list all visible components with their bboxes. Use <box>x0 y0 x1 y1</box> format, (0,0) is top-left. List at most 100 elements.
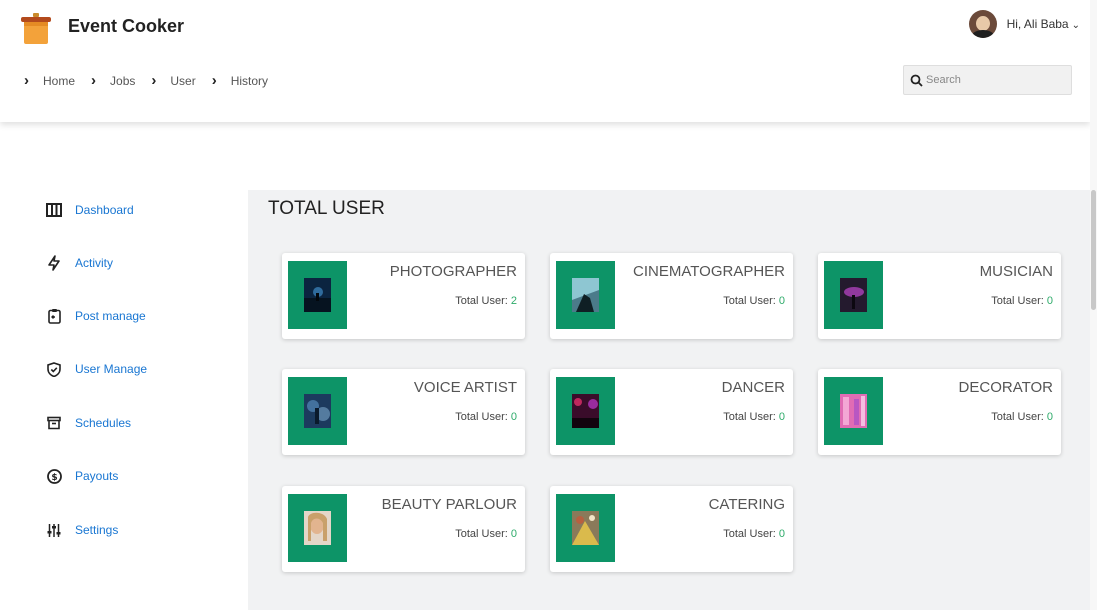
category-name: DANCER <box>721 379 785 396</box>
category-card-photographer[interactable]: PHOTOGRAPHER Total User: 2 <box>282 253 525 339</box>
category-card-catering[interactable]: CATERING Total User: 0 <box>550 486 793 572</box>
breadcrumb-label: Home <box>43 73 76 88</box>
category-card-dancer[interactable]: DANCER Total User: 0 <box>550 369 793 455</box>
sidebar-item-user-manage[interactable]: User Manage <box>46 361 147 377</box>
archive-box-icon <box>46 415 62 431</box>
chevron-right-icon: › <box>91 72 97 89</box>
cooking-pot-logo-icon <box>21 13 51 44</box>
app-title: Event Cooker <box>68 16 185 36</box>
scrollbar-thumb[interactable] <box>1091 190 1096 310</box>
category-thumbnail <box>556 377 615 445</box>
count-label: Total User: <box>723 295 779 307</box>
category-count: Total User: 0 <box>723 528 785 540</box>
musician-image <box>840 278 867 312</box>
search-icon <box>910 74 923 87</box>
decorator-image <box>840 394 867 428</box>
category-card-decorator[interactable]: DECORATOR Total User: 0 <box>818 369 1061 455</box>
sliders-icon <box>46 522 62 538</box>
category-thumbnail <box>556 494 615 562</box>
category-count: Total User: 0 <box>455 528 517 540</box>
sidebar-item-settings[interactable]: Settings <box>46 522 118 538</box>
user-menu[interactable]: Hi, Ali Baba ⌄ <box>968 10 1080 38</box>
sidebar-item-label: User Manage <box>75 362 148 376</box>
main-content: TOTAL USER PHOTOGRAPHER Total User: 2 CI… <box>248 190 1090 610</box>
count-value: 0 <box>778 411 785 423</box>
clipboard-icon <box>46 308 62 324</box>
count-label: Total User: <box>991 295 1047 307</box>
sidebar-item-label: Settings <box>75 523 119 537</box>
dancer-image <box>572 394 599 428</box>
sidebar-item-payouts[interactable]: $ Payouts <box>46 468 118 484</box>
breadcrumb: › Home › Jobs › User › History <box>24 72 284 89</box>
chevron-right-icon: › <box>24 72 29 89</box>
beauty-parlour-image <box>304 511 331 545</box>
sidebar-item-label: Schedules <box>75 416 132 430</box>
sidebar-item-dashboard[interactable]: Dashboard <box>46 202 134 218</box>
breadcrumb-label: History <box>230 73 269 88</box>
user-greeting-text: Hi, Ali Baba <box>1006 17 1069 31</box>
top-header: Event Cooker Hi, Ali Baba ⌄ › Home › Jobs… <box>0 0 1090 122</box>
category-name: CINEMATOGRAPHER <box>633 263 785 280</box>
category-thumbnail <box>824 377 883 445</box>
category-count: Total User: 0 <box>723 295 785 307</box>
breadcrumb-jobs[interactable]: › Jobs <box>91 72 135 89</box>
breadcrumb-label: User <box>170 73 196 88</box>
count-label: Total User: <box>991 411 1047 423</box>
avatar[interactable] <box>968 10 997 38</box>
count-value: 0 <box>1046 295 1053 307</box>
category-card-musician[interactable]: MUSICIAN Total User: 0 <box>818 253 1061 339</box>
lightning-icon <box>46 255 62 271</box>
category-card-beauty-parlour[interactable]: BEAUTY PARLOUR Total User: 0 <box>282 486 525 572</box>
page-scrollbar[interactable] <box>1090 0 1097 610</box>
count-label: Total User: <box>723 411 779 423</box>
category-thumbnail <box>288 261 347 329</box>
count-value: 0 <box>510 528 517 540</box>
count-value: 0 <box>778 528 785 540</box>
category-count: Total User: 0 <box>991 295 1053 307</box>
category-count: Total User: 0 <box>723 411 785 423</box>
category-card-voice-artist[interactable]: VOICE ARTIST Total User: 0 <box>282 369 525 455</box>
sidebar-item-activity[interactable]: Activity <box>46 255 113 271</box>
sidebar-item-schedules[interactable]: Schedules <box>46 415 131 431</box>
category-count: Total User: 0 <box>991 411 1053 423</box>
category-thumbnail <box>288 377 347 445</box>
category-count: Total User: 0 <box>455 411 517 423</box>
dollar-circle-icon: $ <box>46 468 62 484</box>
count-label: Total User: <box>455 528 511 540</box>
category-name: DECORATOR <box>958 379 1053 396</box>
sidebar-item-label: Dashboard <box>75 203 134 217</box>
count-label: Total User: <box>455 295 511 307</box>
chevron-right-icon: › <box>211 72 217 89</box>
chevron-right-icon: › <box>151 72 157 89</box>
breadcrumb-history[interactable]: › History <box>212 72 268 89</box>
category-count: Total User: 2 <box>455 295 517 307</box>
category-card-cinematographer[interactable]: CINEMATOGRAPHER Total User: 0 <box>550 253 793 339</box>
sidebar-item-label: Activity <box>75 256 114 270</box>
sidebar-item-post-manage[interactable]: Post manage <box>46 308 146 324</box>
search-box[interactable] <box>903 65 1072 95</box>
page-title: TOTAL USER <box>268 198 385 219</box>
sidebar-item-label: Post manage <box>75 309 146 323</box>
breadcrumb-label: Jobs <box>110 73 136 88</box>
cinematographer-image <box>572 278 599 312</box>
count-value: 0 <box>778 295 785 307</box>
shield-check-icon <box>46 361 62 377</box>
category-name: PHOTOGRAPHER <box>389 263 517 280</box>
voice-artist-image <box>304 394 331 428</box>
svg-text:$: $ <box>51 473 57 483</box>
count-value: 2 <box>510 295 517 307</box>
category-thumbnail <box>824 261 883 329</box>
category-name: BEAUTY PARLOUR <box>381 496 517 513</box>
category-thumbnail <box>288 494 347 562</box>
count-value: 0 <box>1046 411 1053 423</box>
breadcrumb-home[interactable]: › Home <box>24 72 75 89</box>
count-label: Total User: <box>723 528 779 540</box>
sidebar-item-label: Payouts <box>75 469 119 483</box>
count-value: 0 <box>510 411 517 423</box>
category-name: MUSICIAN <box>979 263 1053 280</box>
search-input[interactable] <box>926 74 1066 86</box>
breadcrumb-user[interactable]: › User <box>151 72 195 89</box>
category-thumbnail <box>556 261 615 329</box>
columns-icon <box>46 202 62 218</box>
user-greeting[interactable]: Hi, Ali Baba ⌄ <box>1007 17 1080 31</box>
